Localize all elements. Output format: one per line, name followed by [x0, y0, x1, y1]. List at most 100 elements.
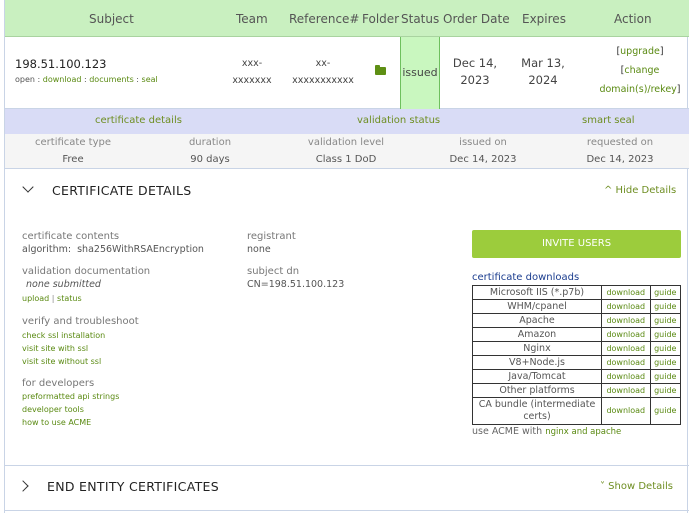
change-domains-link[interactable]: domain(s)/rekey [599, 84, 676, 95]
certificate-subject[interactable]: 198.51.100.123 [15, 57, 106, 71]
platform-name: Other platforms [472, 383, 602, 398]
download-link[interactable]: download [601, 327, 651, 342]
certificate-details-header[interactable]: CERTIFICATE DETAILS ^ Hide Details [5, 172, 689, 208]
info-values: Free 90 days Class 1 DoD Dec 14, 2023 De… [5, 151, 689, 169]
subtabs-bar: certificate details validation status sm… [5, 109, 689, 134]
ref-line-1: xx- [315, 58, 331, 69]
how-to-use-acme-link[interactable]: how to use ACME [22, 418, 91, 427]
action-cell: [upgrade] [change domain(s)/rekey] [599, 46, 681, 95]
col-status[interactable]: Status [401, 12, 439, 26]
download-link[interactable]: download [601, 383, 651, 398]
expiry-date-line-2: 2024 [528, 73, 558, 87]
visit-site-without-ssl-link[interactable]: visit site without ssl [22, 357, 101, 366]
download-link[interactable]: download [601, 341, 651, 356]
guide-link[interactable]: guide [649, 299, 682, 314]
guide-link[interactable]: guide [649, 327, 682, 342]
table-row: Amazon download guide [472, 327, 682, 342]
guide-link[interactable]: guide [649, 397, 682, 425]
certificate-type-value: Free [62, 154, 84, 165]
folder-icon[interactable] [375, 65, 386, 75]
guide-link[interactable]: guide [649, 341, 682, 356]
info-header: issued on [459, 137, 507, 148]
table-row: CA bundle (intermediate certs) download gu… [472, 397, 682, 425]
acme-prefix: use ACME with [472, 426, 543, 437]
tab-certificate-details[interactable]: certificate details [95, 115, 182, 126]
platform-name: Microsoft IIS (*.p7b) [472, 285, 602, 300]
info-header: certificate type [35, 137, 111, 148]
end-entity-certificates-header[interactable]: END ENTITY CERTIFICATES ˅ Show Details [5, 470, 689, 506]
downloads-table: Microsoft IIS (*.p7b) download guide WHM/c… [472, 285, 682, 425]
download-link[interactable]: download [601, 285, 651, 300]
col-folder[interactable]: Folder [362, 12, 399, 26]
team-value: xxx- xxxxxxx [225, 55, 279, 89]
download-link[interactable]: download [601, 355, 651, 370]
col-reference[interactable]: Reference# [289, 12, 359, 26]
reference-value: xx- xxxxxxxxxxx [287, 55, 359, 89]
platform-name: Java/Tomcat [472, 369, 602, 384]
seal-link[interactable]: seal [142, 75, 158, 84]
guide-link[interactable]: guide [649, 355, 682, 370]
acme-nginx-apache-link[interactable]: nginx and apache [545, 427, 621, 437]
tab-validation-status[interactable]: validation status [357, 115, 440, 126]
chevron-right-icon [17, 480, 29, 492]
invite-users-button[interactable]: INVITE USERS [472, 230, 681, 258]
info-header: validation level [307, 137, 385, 148]
show-details-link[interactable]: ˅ Show Details [600, 481, 673, 492]
table-row: Nginx download guide [472, 341, 682, 356]
subject-dn-label: subject dn [247, 266, 300, 277]
info-header: duration [188, 137, 232, 148]
algorithm-value: sha256WithRSAEncryption [77, 244, 204, 255]
for-developers-label: for developers [22, 378, 95, 389]
upload-link[interactable]: upload [22, 294, 49, 303]
documents-link[interactable]: documents [89, 75, 134, 84]
platform-name: Apache [472, 313, 602, 328]
download-link[interactable]: download [601, 397, 651, 425]
table-header: Subject Team Reference# Folder Status Or… [5, 0, 689, 37]
order-date: Dec 14, 2023 [445, 55, 505, 89]
expiry-date-line-1: Mar 13, [521, 56, 565, 70]
hide-details-link[interactable]: ^ Hide Details [604, 185, 676, 196]
section-divider [5, 465, 689, 466]
certificate-row: 198.51.100.123 open : download : documen… [5, 37, 689, 109]
col-team[interactable]: Team [236, 12, 268, 26]
table-row: Other platforms download guide [472, 383, 682, 398]
guide-link[interactable]: guide [649, 383, 682, 398]
tab-smart-seal[interactable]: smart seal [582, 115, 635, 126]
download-link[interactable]: download [601, 299, 651, 314]
certificate-downloads-title[interactable]: certificate downloads [472, 272, 579, 283]
order-frame: Subject Team Reference# Folder Status Or… [4, 0, 689, 513]
developer-tools-link[interactable]: developer tools [22, 405, 84, 414]
col-order-date[interactable]: Order Date [443, 12, 510, 26]
chevron-down-icon [22, 181, 34, 193]
upload-status-links: upload | status [22, 294, 82, 303]
platform-name: Nginx [472, 341, 602, 356]
platform-name: WHM/cpanel [472, 299, 602, 314]
platform-name: V8+Node.js [472, 355, 602, 370]
check-ssl-installation-link[interactable]: check ssl installation [22, 331, 105, 340]
download-link[interactable]: download [43, 75, 82, 84]
team-line-1: xxx- [241, 58, 263, 69]
visit-site-with-ssl-link[interactable]: visit site with ssl [22, 344, 88, 353]
algorithm-label: algorithm: [22, 244, 72, 255]
table-row: WHM/cpanel download guide [472, 299, 682, 314]
validation-documentation-value: none submitted [26, 279, 101, 290]
preformatted-api-strings-link[interactable]: preformatted api strings [22, 392, 119, 401]
validation-level-value: Class 1 DoD [315, 154, 377, 165]
order-date-line-2: 2023 [460, 73, 490, 87]
status-link[interactable]: status [57, 294, 82, 303]
team-line-2: xxxxxxx [232, 75, 272, 86]
validation-documentation-label: validation documentation [22, 266, 151, 277]
change-link[interactable]: change [624, 65, 659, 76]
col-expires[interactable]: Expires [522, 12, 566, 26]
upgrade-link[interactable]: upgrade [620, 46, 660, 57]
issued-on-value: Dec 14, 2023 [449, 154, 517, 165]
download-link[interactable]: download [601, 313, 651, 328]
col-subject[interactable]: Subject [89, 12, 134, 26]
requested-on-value: Dec 14, 2023 [586, 154, 654, 165]
guide-link[interactable]: guide [649, 285, 682, 300]
guide-link[interactable]: guide [649, 313, 682, 328]
download-link[interactable]: download [601, 369, 651, 384]
table-row: Microsoft IIS (*.p7b) download guide [472, 285, 682, 300]
algorithm-row: algorithm: sha256WithRSAEncryption [22, 244, 204, 255]
guide-link[interactable]: guide [649, 369, 682, 384]
